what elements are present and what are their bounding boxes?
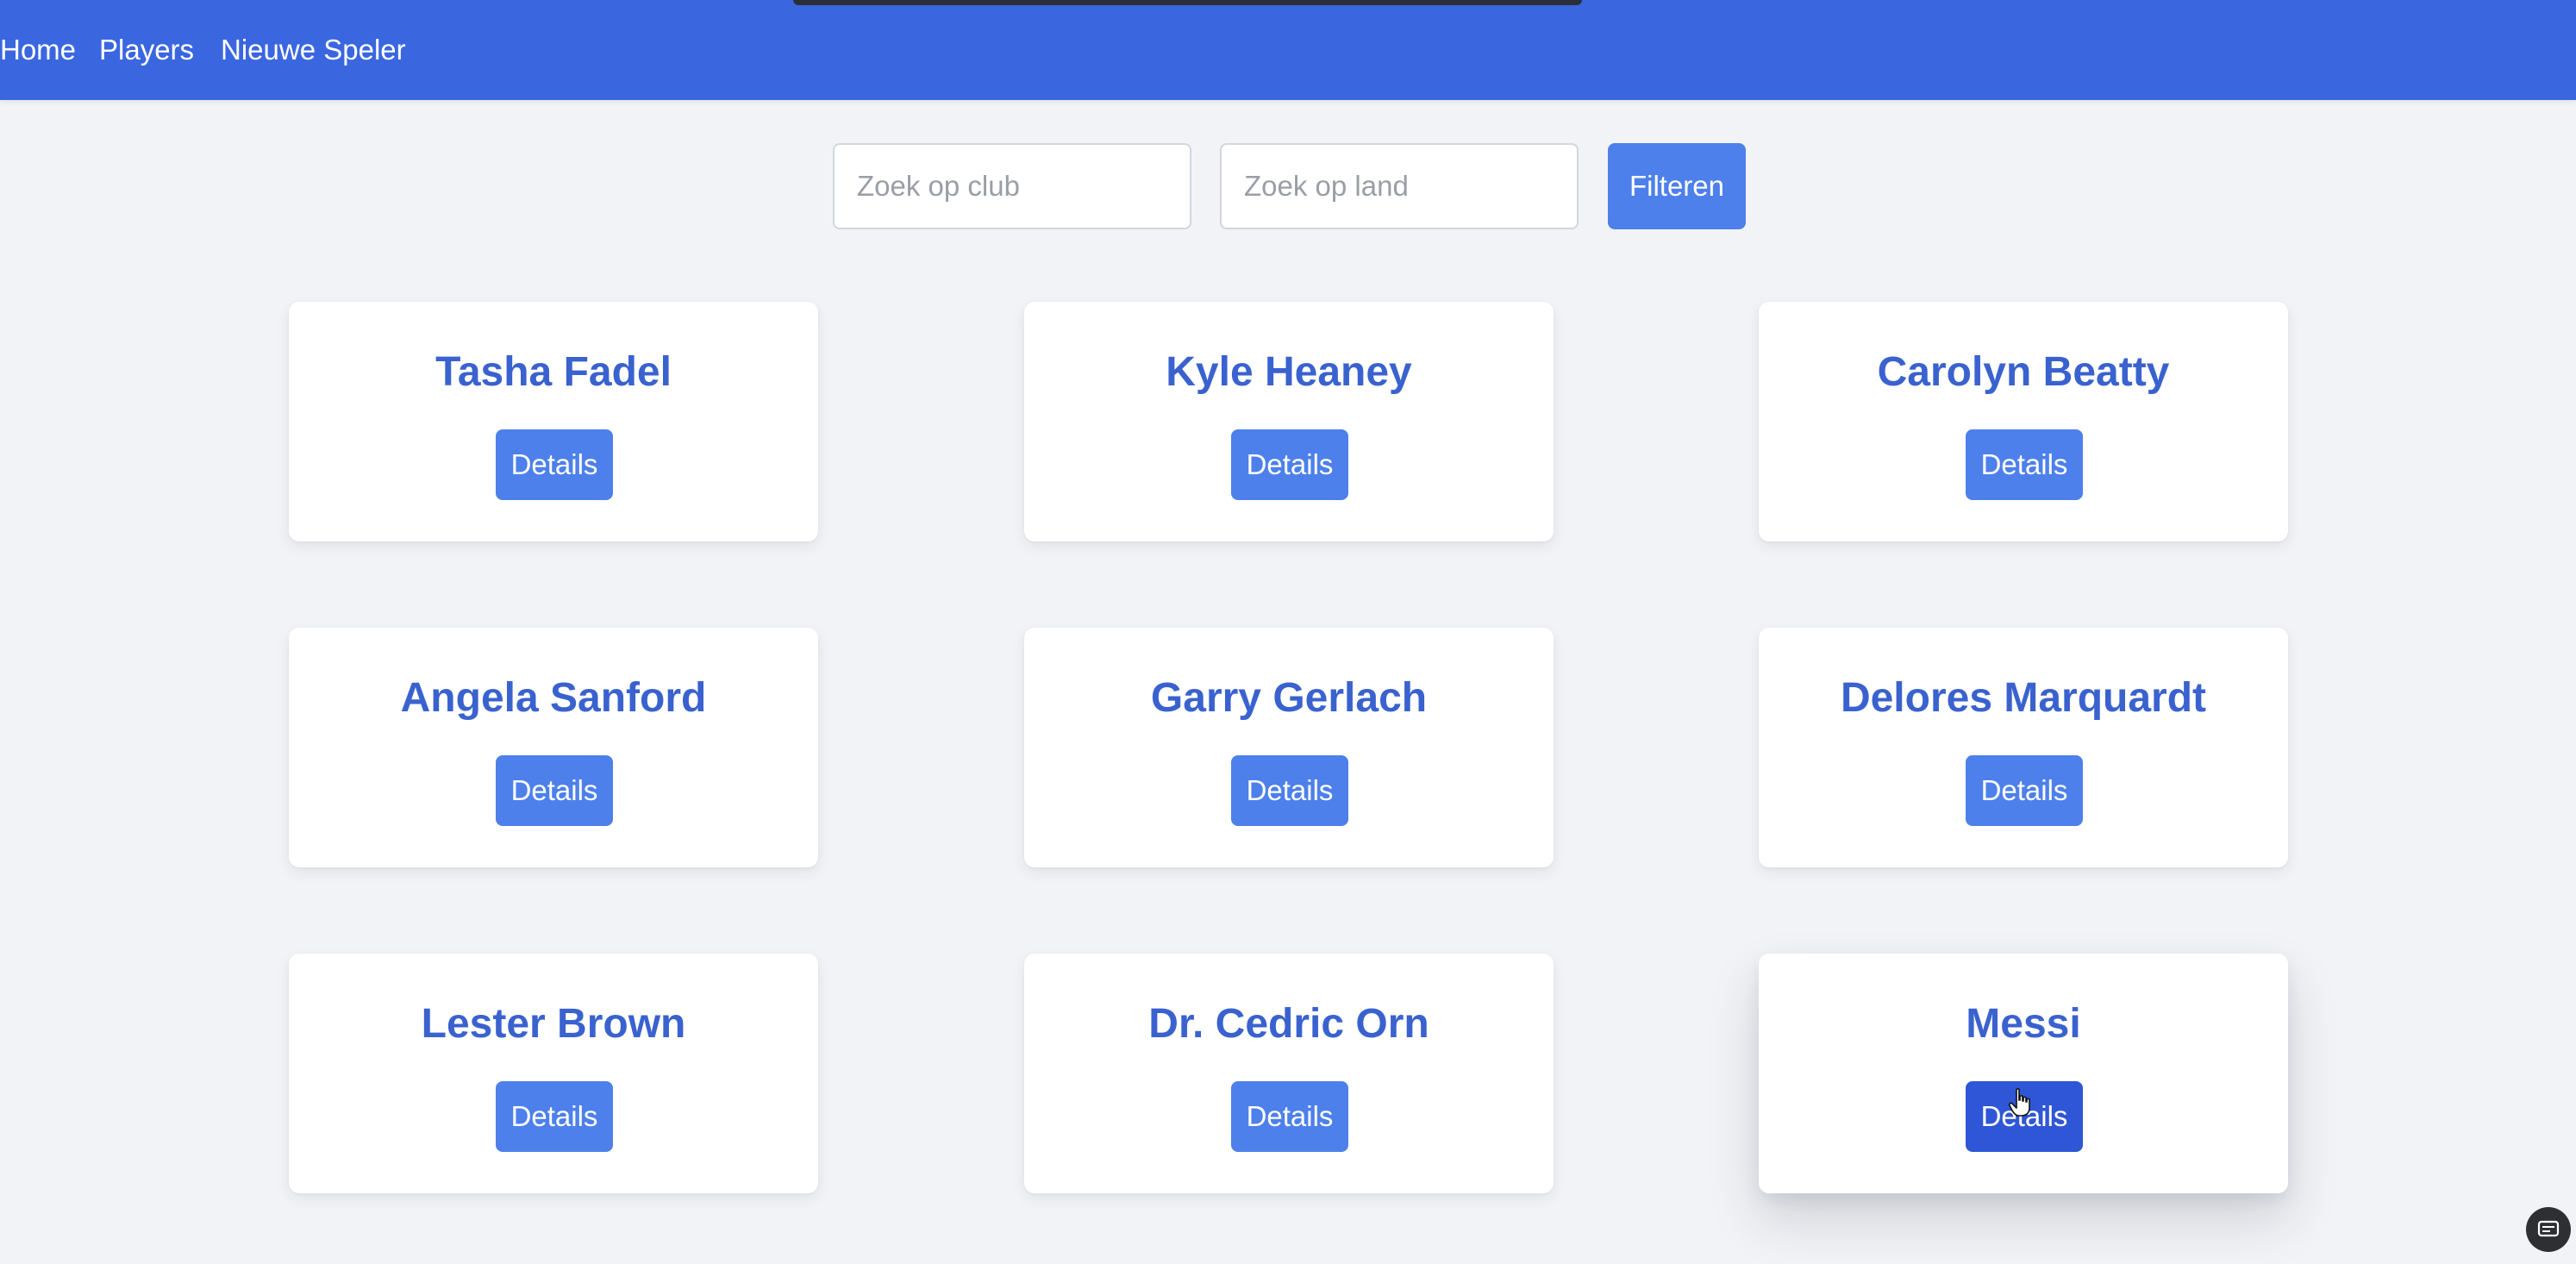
nav-link-new-player[interactable]: Nieuwe Speler (221, 31, 406, 69)
details-button[interactable]: Details (1231, 429, 1348, 500)
player-card: Messi Details (1759, 954, 2288, 1193)
club-search-input[interactable] (833, 143, 1191, 229)
top-navbar: Home Players Nieuwe Speler (0, 0, 2576, 100)
details-button[interactable]: Details (496, 755, 613, 826)
country-search-input[interactable] (1220, 143, 1579, 229)
player-name: Tasha Fadel (435, 349, 672, 395)
player-name: Dr. Cedric Orn (1148, 1001, 1429, 1047)
player-name: Angela Sanford (400, 675, 707, 721)
details-button[interactable]: Details (1231, 1081, 1348, 1152)
details-button[interactable]: Details (1966, 755, 2083, 826)
player-card: Garry Gerlach Details (1024, 628, 1554, 867)
player-card: Lester Brown Details (289, 954, 818, 1193)
window-notch (793, 0, 1582, 5)
player-name: Carolyn Beatty (1877, 349, 2170, 395)
player-card: Carolyn Beatty Details (1759, 302, 2288, 541)
player-name: Messi (1966, 1001, 2081, 1047)
player-name: Garry Gerlach (1150, 675, 1428, 721)
player-card: Delores Marquardt Details (1759, 628, 2288, 867)
player-card: Angela Sanford Details (289, 628, 818, 867)
player-name: Lester Brown (421, 1001, 686, 1047)
player-card: Dr. Cedric Orn Details (1024, 954, 1554, 1193)
nav-link-players[interactable]: Players (99, 31, 194, 69)
details-button[interactable]: Details (496, 429, 613, 500)
details-button[interactable]: Details (496, 1081, 613, 1152)
player-name: Delores Marquardt (1840, 675, 2207, 721)
player-card: Tasha Fadel Details (289, 302, 818, 541)
player-card: Kyle Heaney Details (1024, 302, 1554, 541)
filter-button[interactable]: Filteren (1608, 143, 1746, 229)
hand-pointer-icon (2009, 1088, 2030, 1117)
subtitles-icon[interactable] (2526, 1207, 2571, 1252)
nav-link-home[interactable]: Home (0, 31, 76, 69)
details-button[interactable]: Details (1966, 429, 2083, 500)
player-name: Kyle Heaney (1166, 349, 1412, 395)
details-button[interactable]: Details (1231, 755, 1348, 826)
